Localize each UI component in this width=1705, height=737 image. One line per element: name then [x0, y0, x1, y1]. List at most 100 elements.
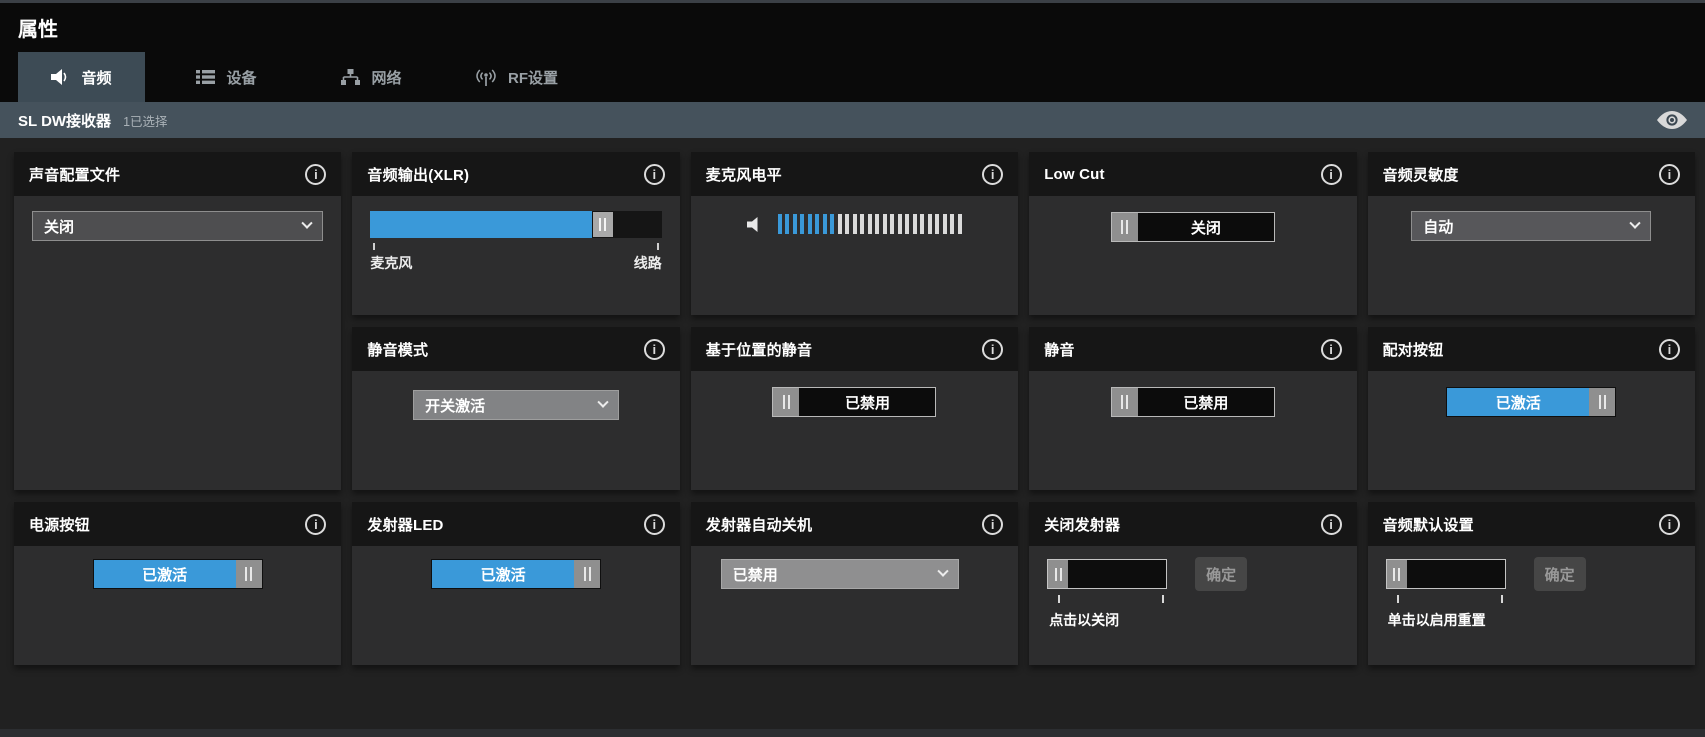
meter-bar [778, 214, 782, 234]
info-icon[interactable]: i [305, 164, 326, 185]
toggle-handle[interactable] [773, 388, 799, 416]
slider-handle[interactable] [1387, 560, 1407, 588]
confirm-button[interactable]: 确定 [1534, 557, 1586, 591]
meter-bar [920, 214, 924, 234]
meter-bar [868, 214, 872, 234]
info-icon[interactable]: i [982, 339, 1003, 360]
card-header: 发射器LED i [352, 502, 679, 546]
tab-label: 网络 [371, 67, 401, 88]
meter-bar [943, 214, 947, 234]
slider-hint: 单击以启用重置 [1388, 610, 1695, 630]
slider-handle[interactable] [592, 211, 614, 238]
tab-device[interactable]: 设备 [163, 52, 290, 102]
card-title: 声音配置文件 [29, 164, 120, 185]
card-header: 静音模式 i [352, 327, 679, 371]
tab-label: 设备 [226, 67, 256, 88]
location-based-mute-toggle[interactable]: 已禁用 [772, 387, 936, 417]
card-body: 已禁用 [691, 546, 1018, 665]
slider-track[interactable] [614, 211, 662, 238]
card-title: 电源按钮 [29, 514, 90, 535]
card-auto-power-off: 发射器自动关机 i 已禁用 [691, 502, 1018, 665]
toggle-handle[interactable] [1589, 388, 1615, 416]
meter-bar [793, 214, 797, 234]
slider-fill [370, 211, 591, 238]
toggle-handle[interactable] [1112, 388, 1138, 416]
card-turn-off-transmitter: 关闭发射器 i 确定 点击以关闭 [1029, 502, 1356, 665]
slider-max-label: 线路 [634, 253, 662, 273]
card-audio-defaults: 音频默认设置 i 确定 单击以启用重置 [1368, 502, 1695, 665]
meter-bar [800, 214, 804, 234]
meter-bar [890, 214, 894, 234]
auto-power-off-dropdown[interactable]: 已禁用 [721, 559, 959, 589]
card-title: 音频默认设置 [1383, 514, 1474, 535]
cards-grid: 声音配置文件 i 关闭 音频输出(XLR) i 麦克风 线路 [14, 152, 1695, 665]
dropdown-value: 已禁用 [733, 564, 778, 585]
card-body [691, 196, 1018, 315]
info-icon[interactable]: i [1659, 339, 1680, 360]
tab-network[interactable]: 网络 [308, 52, 435, 102]
tab-audio[interactable]: 音频 [18, 52, 145, 102]
info-icon[interactable]: i [1659, 514, 1680, 535]
mic-level-meter-row [691, 196, 1018, 234]
slider-handle[interactable] [1048, 560, 1068, 588]
tab-rf-settings[interactable]: RF设置 [453, 52, 580, 102]
info-icon[interactable]: i [644, 514, 665, 535]
slider-ticks [1047, 591, 1167, 603]
card-low-cut: Low Cut i 关闭 [1029, 152, 1356, 315]
card-header: 发射器自动关机 i [691, 502, 1018, 546]
eye-icon[interactable] [1657, 111, 1687, 129]
info-icon[interactable]: i [1321, 339, 1342, 360]
sound-profile-dropdown[interactable]: 关闭 [32, 211, 323, 241]
card-body: 自动 [1368, 196, 1695, 315]
card-header: 音频默认设置 i [1368, 502, 1695, 546]
transmitter-led-toggle[interactable]: 已激活 [431, 559, 601, 589]
info-icon[interactable]: i [305, 514, 326, 535]
card-header: 声音配置文件 i [14, 152, 341, 196]
pairing-button-toggle[interactable]: 已激活 [1446, 387, 1616, 417]
meter-bar [815, 214, 819, 234]
meter-bar [830, 214, 834, 234]
mute-toggle[interactable]: 已禁用 [1111, 387, 1275, 417]
mute-mode-dropdown[interactable]: 开关激活 [413, 390, 619, 420]
info-icon[interactable]: i [644, 164, 665, 185]
meter-bar [958, 214, 962, 234]
bottom-scroll-strip[interactable] [0, 729, 1705, 737]
info-icon[interactable]: i [1659, 164, 1680, 185]
info-icon[interactable]: i [1321, 164, 1342, 185]
card-header: 静音 i [1029, 327, 1356, 371]
meter-bar [935, 214, 939, 234]
low-cut-toggle[interactable]: 关闭 [1111, 212, 1275, 242]
toggle-handle[interactable] [236, 560, 262, 588]
card-title: Low Cut [1044, 166, 1105, 183]
audio-defaults-slider[interactable] [1386, 559, 1506, 589]
meter-bar [838, 214, 842, 234]
card-title: 麦克风电平 [706, 164, 782, 185]
toggle-handle[interactable] [574, 560, 600, 588]
card-sound-profile: 声音配置文件 i 关闭 [14, 152, 341, 490]
network-tree-icon [341, 69, 360, 86]
dropdown-value: 开关激活 [425, 395, 485, 416]
audio-sensitivity-dropdown[interactable]: 自动 [1411, 211, 1651, 241]
toggle-label: 已禁用 [799, 388, 935, 416]
confirm-button[interactable]: 确定 [1195, 557, 1247, 591]
power-button-toggle[interactable]: 已激活 [93, 559, 263, 589]
chevron-down-icon [597, 397, 608, 408]
turn-off-slider[interactable] [1047, 559, 1167, 589]
card-title: 关闭发射器 [1044, 514, 1120, 535]
selection-count: 1已选择 [123, 111, 167, 130]
toggle-handle[interactable] [1112, 213, 1138, 241]
info-icon[interactable]: i [982, 514, 1003, 535]
meter-bar [928, 214, 932, 234]
tab-bar: 音频 设备 网络 RF设置 [0, 52, 1705, 102]
card-pairing-button: 配对按钮 i 已激活 [1368, 327, 1695, 490]
audio-output-slider[interactable] [370, 211, 661, 238]
meter-bar [845, 214, 849, 234]
meter-bar [905, 214, 909, 234]
info-icon[interactable]: i [1321, 514, 1342, 535]
toggle-label: 已禁用 [1138, 388, 1274, 416]
info-icon[interactable]: i [982, 164, 1003, 185]
meter-bar [860, 214, 864, 234]
card-title: 配对按钮 [1383, 339, 1444, 360]
info-icon[interactable]: i [644, 339, 665, 360]
card-power-button: 电源按钮 i 已激活 [14, 502, 341, 665]
